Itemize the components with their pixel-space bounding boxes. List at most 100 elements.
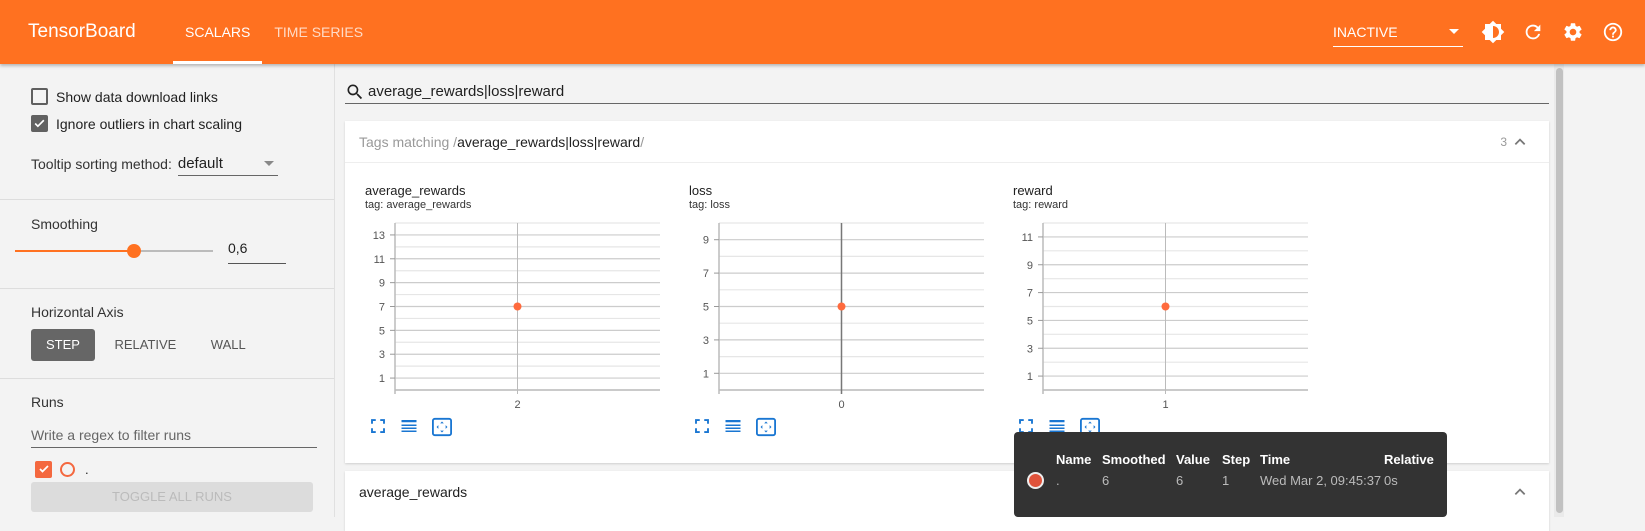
reload-button[interactable]: [1513, 12, 1553, 52]
axis-step-button[interactable]: STEP: [31, 329, 95, 361]
run-checkbox[interactable]: [35, 460, 52, 478]
tooltip-time: Wed Mar 2, 09:45:37: [1260, 473, 1382, 488]
data-point[interactable]: [837, 302, 846, 311]
y-tick-label: 5: [379, 325, 385, 337]
plugin-selector-value: INACTIVE: [1333, 23, 1398, 40]
chart-reward: reward tag: reward 1 3 5 7 9 11 1: [993, 163, 1313, 453]
smoothing-slider-thumb[interactable]: [126, 244, 141, 258]
chevron-up-icon[interactable]: [1513, 135, 1527, 149]
expand-icon[interactable]: [369, 417, 387, 435]
tooltip-sorting-label: Tooltip sorting method:: [31, 156, 172, 172]
y-tick-label: 11: [374, 254, 385, 266]
tooltip-step: 1: [1222, 473, 1230, 488]
tags-matching-pattern: average_rewards|loss|reward: [457, 133, 641, 150]
run-color-radio[interactable]: [60, 461, 75, 477]
options-section: Show data download links Ignore outliers…: [0, 64, 334, 200]
tag-filter-value: average_rewards|loss|reward: [368, 83, 565, 100]
tooltip-relative: 0s: [1384, 473, 1398, 488]
run-item[interactable]: .: [31, 456, 334, 482]
horizontal-axis-section: Horizontal Axis STEP RELATIVE WALL: [0, 289, 334, 379]
chart-toolbar: [693, 417, 777, 437]
y-tick-label: 7: [379, 302, 385, 314]
tooltip-sorting-value: default: [177, 155, 223, 172]
tag-group-header[interactable]: Tags matching / average_rewards|loss|rew…: [345, 121, 1549, 163]
chart-loss: loss tag: loss 1 3 5 7 9 0: [669, 163, 989, 453]
settings-button[interactable]: [1553, 12, 1593, 52]
fit-domain-icon[interactable]: [431, 417, 453, 437]
data-table-icon[interactable]: [723, 417, 743, 435]
tab-time-series[interactable]: TIME SERIES: [262, 0, 375, 64]
theme-icon: [1481, 20, 1505, 44]
tooltip-value: 6: [1176, 473, 1184, 488]
x-tick-label: 2: [514, 399, 520, 411]
chevron-down-icon: [263, 161, 274, 166]
runs-label: Runs: [31, 394, 64, 410]
show-download-links-checkbox[interactable]: Show data download links: [31, 83, 334, 110]
smoothing-value-input[interactable]: 0,6: [228, 240, 286, 264]
page-scrollbar[interactable]: [1554, 64, 1564, 517]
run-name: .: [85, 461, 89, 477]
checkbox-unchecked-icon: [31, 88, 48, 105]
data-point[interactable]: [1161, 302, 1170, 311]
chevron-up-icon[interactable]: [1513, 485, 1527, 499]
fit-domain-icon[interactable]: [755, 417, 777, 437]
app-title: TensorBoard: [28, 21, 136, 42]
runs-section: Runs Write a regex to filter runs .: [0, 379, 334, 482]
x-tick-label: 0: [838, 399, 844, 411]
tag-filter-input[interactable]: average_rewards|loss|reward: [345, 80, 1549, 104]
checkbox-checked-icon: [31, 115, 48, 132]
y-tick-label: 3: [703, 335, 709, 347]
y-tick-label: 9: [1027, 260, 1033, 272]
x-tick-label: 1: [1162, 399, 1168, 411]
tooltip-header-smoothed: Smoothed: [1102, 452, 1166, 467]
tooltip-sorting-select[interactable]: default: [177, 152, 278, 176]
smoothing-slider[interactable]: [15, 244, 213, 258]
tooltip-header-value: Value: [1176, 452, 1210, 467]
smoothing-section: Smoothing 0,6: [0, 200, 334, 289]
y-tick-label: 5: [703, 302, 709, 314]
axis-wall-button[interactable]: WALL: [196, 329, 261, 361]
chart-plot[interactable]: 1357911132: [345, 213, 665, 413]
refresh-icon: [1525, 24, 1541, 40]
settings-icon: [1564, 23, 1582, 41]
y-tick-label: 5: [1027, 315, 1033, 327]
chart-plot[interactable]: 13579111: [993, 213, 1313, 413]
card-title: average_rewards: [359, 484, 468, 500]
y-tick-label: 9: [703, 235, 709, 247]
y-tick-label: 1: [379, 373, 385, 385]
ignore-outliers-checkbox[interactable]: Ignore outliers in chart scaling: [31, 110, 334, 137]
scrollbar-thumb[interactable]: [1556, 68, 1563, 513]
data-point[interactable]: [513, 302, 522, 311]
run-filter-input[interactable]: Write a regex to filter runs: [31, 422, 317, 448]
plugin-selector-dropdown[interactable]: INACTIVE: [1333, 17, 1463, 47]
data-table-icon[interactable]: [399, 417, 419, 435]
chart-title: reward: [1013, 183, 1053, 198]
y-tick-label: 9: [379, 278, 385, 290]
top-app-bar: TensorBoard SCALARS TIME SERIES INACTIVE: [0, 0, 1645, 64]
ignore-outliers-label: Ignore outliers in chart scaling: [56, 115, 242, 132]
chart-tag: tag: loss: [689, 199, 730, 211]
chart-plot[interactable]: 1 3 5 7 9 0: [669, 213, 989, 413]
horizontal-axis-label: Horizontal Axis: [31, 304, 124, 320]
chart-tag: tag: reward: [1013, 199, 1069, 211]
tooltip-header-relative: Relative: [1384, 452, 1434, 467]
axis-relative-button[interactable]: RELATIVE: [99, 329, 191, 361]
toggle-all-runs-button[interactable]: TOGGLE ALL RUNS: [31, 482, 313, 512]
chart-tag: tag: average_rewards: [365, 199, 472, 211]
y-tick-label: 1: [1027, 371, 1033, 383]
show-download-links-label: Show data download links: [56, 88, 218, 105]
help-button[interactable]: [1593, 12, 1633, 52]
theme-toggle-button[interactable]: [1473, 12, 1513, 52]
tooltip-header-name: Name: [1056, 452, 1092, 467]
tooltip-run-name: .: [1056, 473, 1060, 488]
smoothing-slider-fill: [15, 250, 134, 252]
expand-icon[interactable]: [693, 417, 711, 435]
tooltip-header-step: Step: [1222, 452, 1251, 467]
y-tick-label: 11: [1022, 232, 1033, 244]
y-tick-label: 3: [1027, 343, 1033, 355]
tags-matching-suffix: /: [640, 133, 645, 150]
search-icon: [347, 84, 363, 99]
y-tick-label: 3: [379, 349, 385, 361]
tab-scalars[interactable]: SCALARS: [173, 0, 263, 64]
tooltip-header-time: Time: [1260, 452, 1291, 467]
